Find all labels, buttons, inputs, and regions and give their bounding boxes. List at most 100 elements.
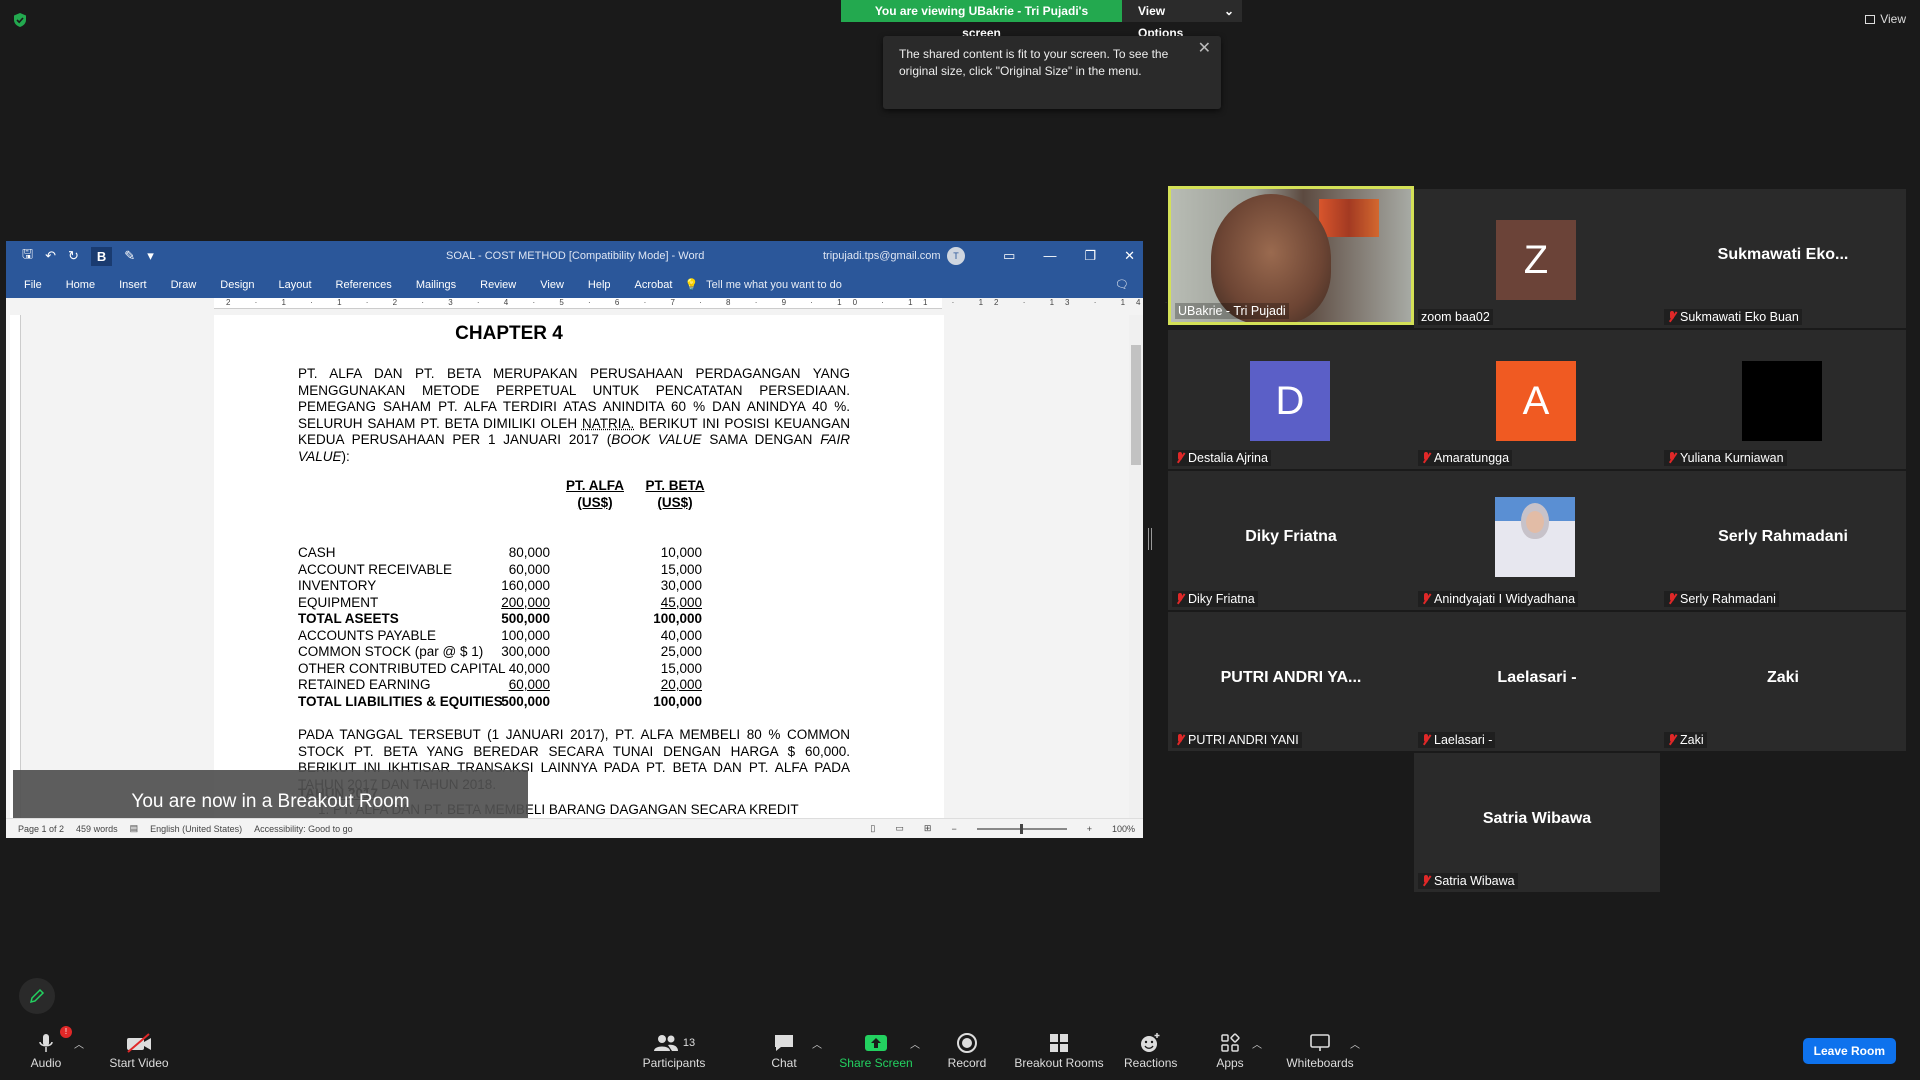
participant-name: Satria Wibawa bbox=[1418, 873, 1518, 889]
close-window-icon[interactable]: ✕ bbox=[1124, 248, 1135, 264]
start-video-button[interactable]: Start Video bbox=[104, 1030, 174, 1070]
audio-options-caret-icon[interactable]: ︿ bbox=[74, 1036, 84, 1051]
web-layout-icon[interactable]: ⊞ bbox=[924, 823, 932, 834]
proofing-icon[interactable]: ▤ bbox=[130, 823, 139, 834]
read-mode-icon[interactable]: ▯ bbox=[870, 823, 875, 834]
chat-icon bbox=[764, 1030, 804, 1056]
row-value-alfa: 500,000 bbox=[501, 611, 550, 626]
page-count[interactable]: Page 1 of 2 bbox=[18, 824, 64, 834]
row-label: ACCOUNT RECEIVABLE bbox=[298, 561, 453, 577]
audio-button[interactable]: ! Audio bbox=[26, 1026, 72, 1070]
bold-icon[interactable]: B bbox=[90, 246, 113, 266]
apps-label: Apps bbox=[1216, 1056, 1244, 1070]
participant-tile[interactable]: Zaki Zaki bbox=[1660, 612, 1906, 751]
share-options-caret-icon[interactable]: ︿ bbox=[910, 1036, 920, 1051]
zoom-in-icon[interactable]: + bbox=[1087, 824, 1092, 834]
ribbon-tab-references[interactable]: References bbox=[324, 279, 404, 291]
ribbon-display-icon[interactable]: ▭ bbox=[1003, 248, 1015, 264]
ribbon-tab-insert[interactable]: Insert bbox=[107, 279, 159, 291]
row-value-alfa: 300,000 bbox=[501, 644, 550, 659]
print-layout-icon[interactable]: ▭ bbox=[895, 823, 904, 834]
participant-tile[interactable]: Yuliana Kurniawan bbox=[1660, 330, 1906, 469]
participant-tile[interactable]: PUTRI ANDRI YA... PUTRI ANDRI YANI bbox=[1168, 612, 1414, 751]
participant-tile[interactable]: Z zoom baa02 bbox=[1414, 189, 1660, 328]
ribbon-tab-help[interactable]: Help bbox=[576, 279, 623, 291]
share-screen-button[interactable]: Share Screen bbox=[838, 1030, 914, 1070]
participant-name: UBakrie - Tri Pujadi bbox=[1175, 303, 1289, 319]
comments-icon[interactable]: 🗨 bbox=[1115, 278, 1129, 291]
participant-tile[interactable]: Anindyajati I Widyadhana bbox=[1414, 471, 1660, 610]
column-header-line: PT. ALFA bbox=[565, 478, 624, 493]
reactions-icon bbox=[1124, 1030, 1176, 1056]
ribbon-tab-acrobat[interactable]: Acrobat bbox=[623, 279, 685, 291]
ribbon-tab-mailings[interactable]: Mailings bbox=[404, 279, 468, 291]
participant-tile[interactable]: Laelasari - Laelasari - bbox=[1414, 612, 1660, 751]
participant-tile[interactable]: D Destalia Ajrina bbox=[1168, 330, 1414, 469]
document-scrollbar[interactable] bbox=[1129, 315, 1143, 820]
zoom-out-icon[interactable]: − bbox=[951, 824, 956, 834]
leave-room-button[interactable]: Leave Room bbox=[1802, 1038, 1896, 1064]
participant-tile[interactable]: Serly Rahmadani Serly Rahmadani bbox=[1660, 471, 1906, 610]
participant-name: Amaratungga bbox=[1418, 450, 1513, 466]
ribbon-tab-design[interactable]: Design bbox=[208, 279, 266, 291]
whiteboards-button[interactable]: Whiteboards bbox=[1282, 1030, 1358, 1070]
security-shield-icon[interactable] bbox=[12, 12, 28, 28]
gallery-splitter-handle[interactable] bbox=[1148, 528, 1152, 550]
close-icon[interactable]: ✕ bbox=[1198, 40, 1211, 57]
undo-icon[interactable]: ↶ bbox=[45, 248, 56, 264]
ribbon-tab-draw[interactable]: Draw bbox=[159, 279, 209, 291]
participants-button[interactable]: 13 Participants bbox=[638, 1030, 710, 1070]
row-value-alfa: 200,000 bbox=[501, 594, 550, 610]
column-header-line: PT. BETA bbox=[645, 478, 705, 493]
chat-button[interactable]: Chat bbox=[764, 1030, 804, 1070]
ribbon-tab-file[interactable]: File bbox=[6, 279, 54, 291]
ribbon-tab-home[interactable]: Home bbox=[54, 279, 107, 291]
ribbon-tab-view[interactable]: View bbox=[528, 279, 576, 291]
zoom-level[interactable]: 100% bbox=[1112, 824, 1135, 834]
row-label: INVENTORY bbox=[298, 578, 377, 593]
reactions-button[interactable]: Reactions bbox=[1124, 1030, 1177, 1070]
participant-tile[interactable]: Satria Wibawa Satria Wibawa bbox=[1414, 753, 1660, 892]
minimize-icon[interactable]: — bbox=[1043, 248, 1056, 264]
participant-tile[interactable]: Diky Friatna Diky Friatna bbox=[1168, 471, 1414, 610]
restore-icon[interactable]: ❐ bbox=[1084, 248, 1096, 264]
participant-name: PUTRI ANDRI YANI bbox=[1172, 732, 1302, 748]
muted-mic-icon bbox=[1421, 734, 1431, 746]
view-menu-button[interactable]: View bbox=[1865, 12, 1906, 26]
tell-me-search[interactable]: Tell me what you want to do bbox=[706, 279, 842, 291]
accessibility-status[interactable]: Accessibility: Good to go bbox=[254, 824, 353, 834]
breakout-rooms-button[interactable]: Breakout Rooms bbox=[1012, 1030, 1106, 1070]
zoom-slider[interactable] bbox=[976, 823, 1067, 834]
row-value-beta: 25,000 bbox=[660, 644, 702, 659]
view-options-button[interactable]: View Options ⌄ bbox=[1122, 0, 1242, 40]
customize-toolbar-icon[interactable]: ▾ bbox=[147, 248, 154, 264]
row-label: RETAINED EARNING bbox=[298, 677, 431, 692]
participant-name: Serly Rahmadani bbox=[1664, 591, 1779, 607]
chat-options-caret-icon[interactable]: ︿ bbox=[812, 1036, 822, 1051]
participant-tile-active-speaker[interactable]: UBakrie - Tri Pujadi bbox=[1168, 186, 1414, 325]
participant-display-name: Laelasari - bbox=[1497, 669, 1577, 686]
redo-icon[interactable]: ↻ bbox=[68, 248, 79, 264]
participant-tile[interactable]: Sukmawati Eko... Sukmawati Eko Buan bbox=[1660, 189, 1906, 328]
muted-mic-icon bbox=[1667, 593, 1677, 605]
intro-paragraph: PT. ALFA DAN PT. BETA MERUPAKAN PERUSAHA… bbox=[298, 366, 850, 465]
highlight-icon[interactable]: ✎ bbox=[124, 248, 135, 264]
view-grid-icon bbox=[1865, 14, 1876, 24]
annotate-button[interactable] bbox=[19, 978, 55, 1014]
ribbon-tab-layout[interactable]: Layout bbox=[267, 279, 324, 291]
horizontal-ruler: 2 · 1 · 1 · 2 · 3 · 4 · 5 · 6 · 7 · 8 · … bbox=[214, 298, 1496, 309]
user-avatar[interactable]: T bbox=[947, 247, 965, 265]
whiteboards-options-caret-icon[interactable]: ︿ bbox=[1350, 1036, 1360, 1051]
participant-tile[interactable]: A Amaratungga bbox=[1414, 330, 1660, 469]
language-indicator[interactable]: English (United States) bbox=[150, 824, 242, 834]
apps-options-caret-icon[interactable]: ︿ bbox=[1252, 1036, 1262, 1051]
word-count[interactable]: 459 words bbox=[76, 824, 118, 834]
save-icon[interactable]: 🖫 bbox=[22, 245, 33, 267]
record-button[interactable]: Record bbox=[944, 1030, 990, 1070]
photo-face bbox=[1526, 511, 1544, 533]
apps-button[interactable]: Apps bbox=[1212, 1030, 1248, 1070]
avatar: D bbox=[1250, 361, 1330, 441]
scroll-thumb[interactable] bbox=[1131, 345, 1141, 465]
ribbon-tab-review[interactable]: Review bbox=[468, 279, 528, 291]
row-label: OTHER CONTRIBUTED CAPITAL bbox=[298, 660, 506, 676]
